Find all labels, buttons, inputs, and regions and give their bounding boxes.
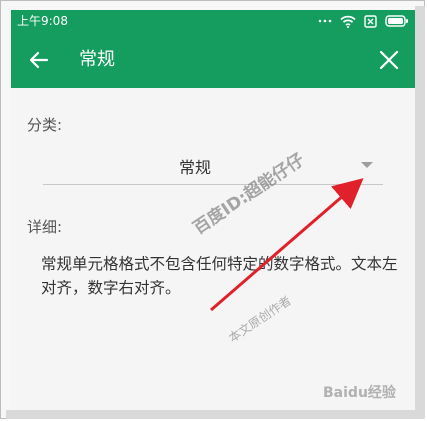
annotation-arrow [210,178,364,312]
phone-screen: 上午9:08 常规 分类: 常规 详细: 常规单元格格式不包含任何特定的数字格式… [11,10,415,410]
baidu-jingyan-watermark: Baidu经验 [323,385,396,401]
frame-shadow-right [415,6,425,416]
frame-shadow-bottom [6,410,425,419]
